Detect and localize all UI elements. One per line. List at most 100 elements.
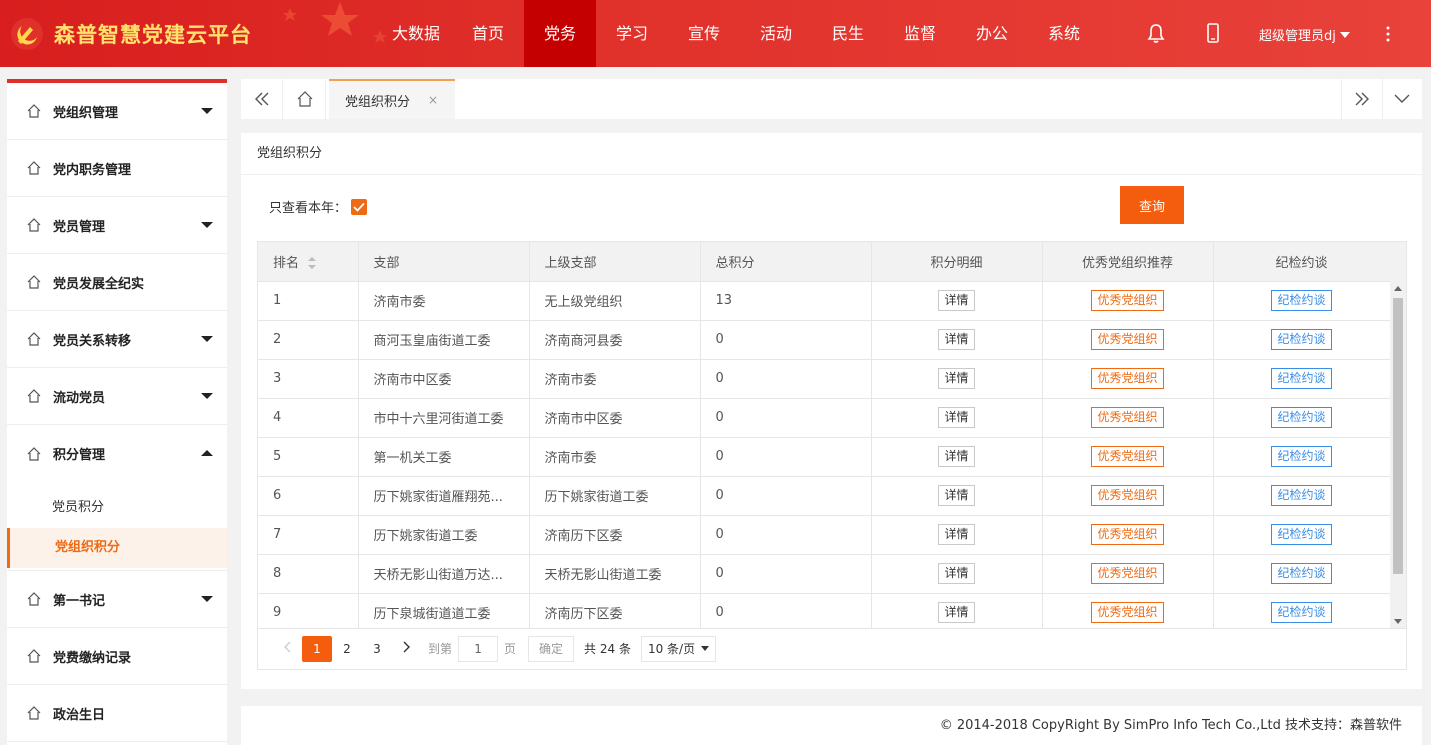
discipline-talk-button[interactable]: 纪检约谈 [1271,524,1332,545]
scrollbar-thumb[interactable] [1393,298,1403,574]
table-row: 2 商河玉皇庙街道工委 济南商河县委 0 详情 优秀党组织 纪检约谈 [258,320,1391,360]
detail-button[interactable]: 详情 [938,446,975,467]
discipline-talk-button[interactable]: 纪检约谈 [1271,563,1332,584]
cell-recommend: 优秀党组织 [1042,437,1214,477]
caret-down-icon [201,108,213,114]
caret-down-icon [201,393,213,399]
column-header-rank[interactable]: 排名 [258,242,359,282]
close-icon[interactable]: × [428,93,438,107]
detail-button[interactable]: 详情 [938,407,975,428]
footer: © 2014-2018 CopyRight By SimPro Info Tec… [241,706,1422,745]
next-page-button[interactable] [392,636,422,662]
cell-parent: 济南市中区委 [529,398,701,438]
detail-button[interactable]: 详情 [938,524,975,545]
column-header-recommend: 优秀党组织推荐 [1042,242,1214,282]
home-icon [27,104,41,118]
sidebar-item-relation-transfer[interactable]: 党员关系转移 [7,311,227,368]
detail-button[interactable]: 详情 [938,602,975,623]
bell-icon[interactable] [1146,22,1166,44]
home-icon [27,275,41,289]
copyright-text: © 2014-2018 CopyRight By SimPro Info Tec… [939,718,1402,733]
filter-label: 只查看本年： [269,201,348,216]
discipline-talk-button[interactable]: 纪检约谈 [1271,329,1332,350]
nav-livelihood[interactable]: 民生 [812,0,884,67]
detail-button[interactable]: 详情 [938,329,975,350]
discipline-talk-button[interactable]: 纪检约谈 [1271,446,1332,467]
discipline-talk-button[interactable]: 纪检约谈 [1271,485,1332,506]
caret-down-icon [201,596,213,602]
excellent-org-button[interactable]: 优秀党组织 [1091,602,1164,623]
table-scrollbar[interactable] [1390,282,1406,628]
logo[interactable]: 森普智慧党建云平台 [10,16,252,52]
excellent-org-button[interactable]: 优秀党组织 [1091,290,1164,311]
sidebar-item-dues-record[interactable]: 党费缴纳记录 [7,628,227,685]
sidebar-subitem-member-points[interactable]: 党员积分 [7,488,227,528]
nav-study[interactable]: 学习 [596,0,668,67]
detail-button[interactable]: 详情 [938,290,975,311]
nav-system[interactable]: 系统 [1028,0,1100,67]
sidebar-item-org-management[interactable]: 党组织管理 [7,83,227,140]
more-vertical-icon[interactable] [1383,22,1393,46]
sidebar-item-points-management[interactable]: 积分管理 [7,425,227,482]
page-jump-confirm-button[interactable]: 确定 [528,635,575,662]
nav-activity[interactable]: 活动 [740,0,812,67]
sidebar-item-development-record[interactable]: 党员发展全纪实 [7,254,227,311]
excellent-org-button[interactable]: 优秀党组织 [1091,446,1164,467]
query-button[interactable]: 查询 [1120,186,1184,224]
current-year-checkbox[interactable] [351,198,368,215]
excellent-org-button[interactable]: 优秀党组织 [1091,563,1164,584]
tab-menu-button[interactable] [1382,79,1422,119]
mobile-icon[interactable] [1203,22,1223,44]
detail-button[interactable]: 详情 [938,368,975,389]
detail-button[interactable]: 详情 [938,563,975,584]
cell-talk: 纪检约谈 [1213,593,1391,628]
cell-talk: 纪检约谈 [1213,320,1391,360]
excellent-org-button[interactable]: 优秀党组织 [1091,407,1164,428]
page-button-3[interactable]: 3 [362,636,392,662]
discipline-talk-button[interactable]: 纪检约谈 [1271,407,1332,428]
sort-icon [308,257,317,270]
sidebar-item-floating-members[interactable]: 流动党员 [7,368,227,425]
sidebar-item-political-birthday[interactable]: 政治生日 [7,685,227,742]
nav-supervision[interactable]: 监督 [884,0,956,67]
nav-office[interactable]: 办公 [956,0,1028,67]
nav-party-affairs[interactable]: 党务 [524,0,596,67]
tab-scroll-left-button[interactable] [241,79,283,119]
page-button-1[interactable]: 1 [302,635,332,662]
nav-publicity[interactable]: 宣传 [668,0,740,67]
excellent-org-button[interactable]: 优秀党组织 [1091,329,1164,350]
table-row: 4 市中十六里河街道工委 济南市中区委 0 详情 优秀党组织 纪检约谈 [258,398,1391,438]
logo-text: 森普智慧党建云平台 [54,22,252,47]
tab-scroll-right-button[interactable] [1341,79,1383,119]
page-button-2[interactable]: 2 [332,636,362,662]
discipline-talk-button[interactable]: 纪检约谈 [1271,368,1332,389]
column-header-score: 总积分 [700,242,872,282]
sidebar-item-first-secretary[interactable]: 第一书记 [7,571,227,628]
page-size-select[interactable]: 10 条/页 [640,635,717,662]
home-icon [27,649,41,663]
tab-home-button[interactable] [284,79,326,119]
cell-branch: 第一机关工委 [358,437,530,477]
scroll-up-icon[interactable] [1394,286,1402,291]
detail-button[interactable]: 详情 [938,485,975,506]
cell-parent: 济南商河县委 [529,320,701,360]
excellent-org-button[interactable]: 优秀党组织 [1091,368,1164,389]
excellent-org-button[interactable]: 优秀党组织 [1091,485,1164,506]
discipline-talk-button[interactable]: 纪检约谈 [1271,290,1332,311]
nav-big-data[interactable]: 大数据 [380,0,452,67]
excellent-org-button[interactable]: 优秀党组织 [1091,524,1164,545]
scroll-down-icon[interactable] [1394,619,1402,624]
tab-org-points[interactable]: 党组织积分 × [329,79,455,119]
user-menu[interactable]: 超级管理员dj [1259,25,1350,44]
sidebar-subitem-org-points[interactable]: 党组织积分 [7,528,227,568]
cell-rank: 8 [258,554,359,594]
table-row: 9 历下泉城街道道工委 济南历下区委 0 详情 优秀党组织 纪检约谈 [258,593,1391,628]
cell-rank: 6 [258,476,359,516]
page-jump-input[interactable] [458,635,499,662]
discipline-talk-button[interactable]: 纪检约谈 [1271,602,1332,623]
sidebar-item-label: 党员发展全纪实 [53,276,145,292]
prev-page-button[interactable] [272,636,302,662]
nav-home[interactable]: 首页 [452,0,524,67]
sidebar-item-duty-management[interactable]: 党内职务管理 [7,140,227,197]
sidebar-item-member-management[interactable]: 党员管理 [7,197,227,254]
